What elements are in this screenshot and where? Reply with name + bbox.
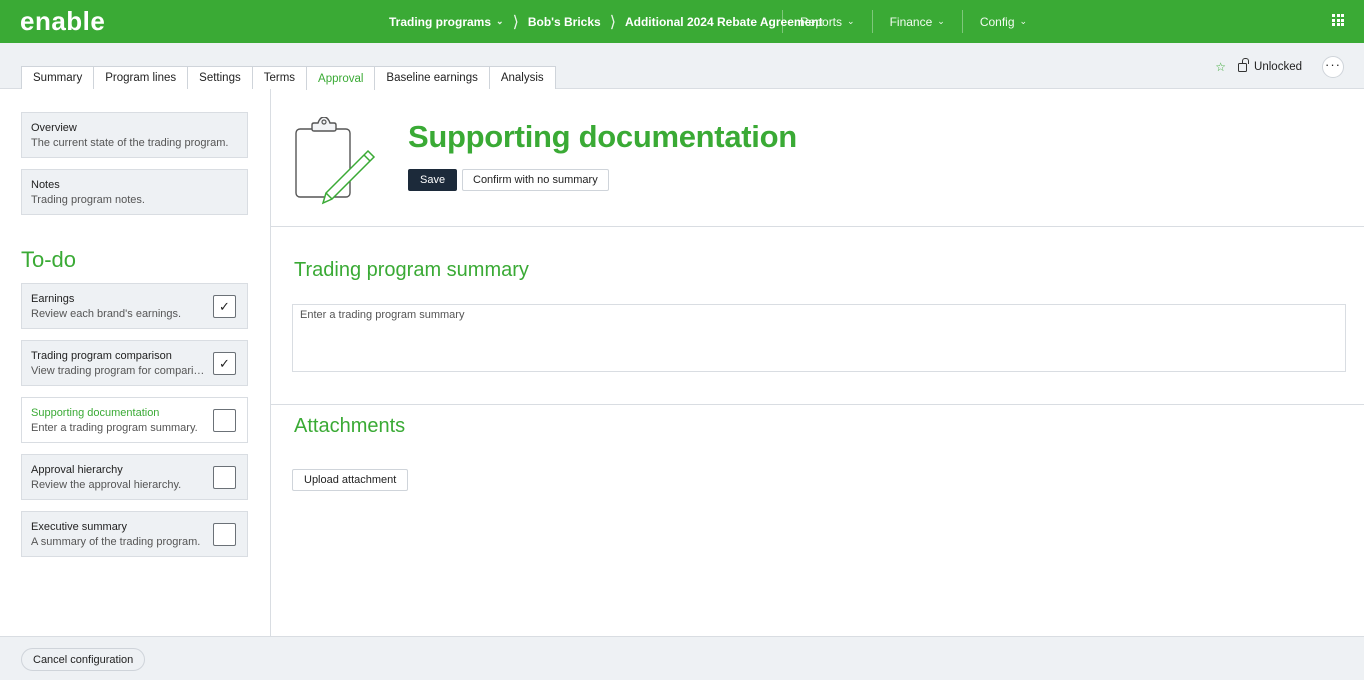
todo-title: Supporting documentation — [31, 407, 160, 419]
tab-settings[interactable]: Settings — [187, 66, 253, 89]
tab-program-lines[interactable]: Program lines — [93, 66, 189, 89]
top-nav: Reports ⌄ Finance ⌄ Config ⌄ — [782, 0, 1044, 43]
cancel-configuration-button[interactable]: Cancel configuration — [21, 648, 146, 671]
todo-checkbox[interactable] — [213, 523, 236, 546]
main-content: Supporting documentation Save Confirm wi… — [271, 89, 1364, 636]
todo-checkbox[interactable] — [213, 409, 236, 432]
clipboard-pencil-icon — [295, 117, 376, 205]
todo-title: Trading program comparison — [31, 350, 172, 362]
card-title: Notes — [31, 179, 60, 191]
todo-item-earnings[interactable]: Earnings Review each brand's earnings. ✓ — [21, 283, 248, 329]
breadcrumb-label: Trading programs — [389, 14, 492, 29]
nav-config[interactable]: Config ⌄ — [961, 10, 1044, 33]
footer: Cancel configuration — [0, 636, 1364, 680]
chevron-down-icon: ⌄ — [1019, 16, 1028, 26]
todo-item-supporting-documentation[interactable]: Supporting documentation Enter a trading… — [21, 397, 248, 443]
todo-subtitle: Enter a trading program summary. — [31, 422, 198, 434]
sidebar-card-overview[interactable]: Overview The current state of the tradin… — [21, 112, 248, 158]
summary-input[interactable] — [292, 304, 1346, 372]
confirm-no-summary-button[interactable]: Confirm with no summary — [462, 169, 609, 191]
tab-approval[interactable]: Approval — [306, 66, 376, 90]
tab-bar-actions: ☆ Unlocked ··· — [1215, 56, 1344, 78]
todo-checkbox[interactable] — [213, 466, 236, 489]
summary-heading: Trading program summary — [294, 259, 529, 281]
enable-logo[interactable]: enable — [20, 6, 105, 36]
upload-attachment-button[interactable]: Upload attachment — [292, 469, 409, 491]
star-icon[interactable]: ☆ — [1215, 60, 1226, 74]
check-icon: ✓ — [219, 355, 230, 371]
card-subtitle: The current state of the trading program… — [31, 137, 229, 149]
page-header: Supporting documentation Save Confirm wi… — [271, 89, 1364, 227]
save-button[interactable]: Save — [408, 169, 458, 191]
nav-label: Finance — [889, 14, 933, 29]
breadcrumb-bobs-bricks[interactable]: Bob's Bricks — [528, 15, 601, 29]
sidebar: Overview The current state of the tradin… — [0, 89, 271, 636]
card-subtitle: Trading program notes. — [31, 194, 145, 206]
nav-label: Reports — [800, 14, 843, 29]
todo-subtitle: View trading program for comparison. — [31, 365, 207, 377]
chevron-right-icon: ⟩ — [609, 13, 616, 31]
todo-title: Approval hierarchy — [31, 464, 123, 476]
summary-section: Trading program summary — [271, 227, 1364, 405]
check-icon: ✓ — [219, 298, 230, 314]
sidebar-card-notes[interactable]: Notes Trading program notes. — [21, 169, 248, 215]
tabs: Summary Program lines Settings Terms App… — [21, 66, 556, 90]
tab-baseline-earnings[interactable]: Baseline earnings — [374, 66, 490, 89]
chevron-down-icon: ⌄ — [937, 16, 945, 26]
breadcrumb-label: Bob's Bricks — [527, 14, 601, 29]
tab-analysis[interactable]: Analysis — [488, 66, 556, 89]
todo-item-executive-summary[interactable]: Executive summary A summary of the tradi… — [21, 511, 248, 557]
card-title: Overview — [31, 122, 77, 134]
attachments-heading: Attachments — [294, 415, 406, 437]
chevron-right-icon: ⟩ — [512, 13, 519, 31]
todo-title: Earnings — [31, 293, 75, 305]
todo-heading: To-do — [21, 247, 77, 272]
todo-checkbox[interactable]: ✓ — [213, 352, 236, 375]
nav-reports[interactable]: Reports ⌄ — [782, 10, 872, 33]
chevron-down-icon: ⌄ — [847, 16, 855, 26]
tab-summary[interactable]: Summary — [21, 66, 95, 89]
chevron-down-icon: ⌄ — [496, 16, 504, 26]
tab-terms[interactable]: Terms — [251, 66, 308, 89]
todo-subtitle: A summary of the trading program. — [31, 536, 201, 548]
todo-item-approval-hierarchy[interactable]: Approval hierarchy Review the approval h… — [21, 454, 248, 500]
more-options-button[interactable]: ··· — [1322, 56, 1344, 78]
todo-title: Executive summary — [31, 521, 127, 533]
top-bar: enable Trading programs ⌄ ⟩ Bob's Bricks… — [0, 0, 1364, 43]
lock-toggle[interactable]: Unlocked — [1238, 57, 1302, 73]
lock-status-label: Unlocked — [1254, 61, 1302, 73]
unlock-icon — [1238, 57, 1250, 72]
breadcrumb-trading-programs[interactable]: Trading programs ⌄ — [389, 15, 504, 29]
attachments-section: Attachments Upload attachment — [271, 405, 1364, 636]
nav-label: Config — [979, 14, 1015, 29]
todo-subtitle: Review the approval hierarchy. — [31, 479, 182, 491]
breadcrumb: Trading programs ⌄ ⟩ Bob's Bricks ⟩ Addi… — [389, 0, 823, 43]
ellipsis-icon: ··· — [1325, 57, 1341, 72]
apps-grid-icon[interactable] — [1332, 14, 1344, 26]
todo-checkbox[interactable]: ✓ — [213, 295, 236, 318]
page-title: Supporting documentation — [408, 119, 797, 154]
tab-bar: Summary Program lines Settings Terms App… — [0, 43, 1364, 90]
todo-subtitle: Review each brand's earnings. — [31, 308, 182, 320]
nav-finance[interactable]: Finance ⌄ — [871, 10, 962, 33]
todo-item-comparison[interactable]: Trading program comparison View trading … — [21, 340, 248, 386]
